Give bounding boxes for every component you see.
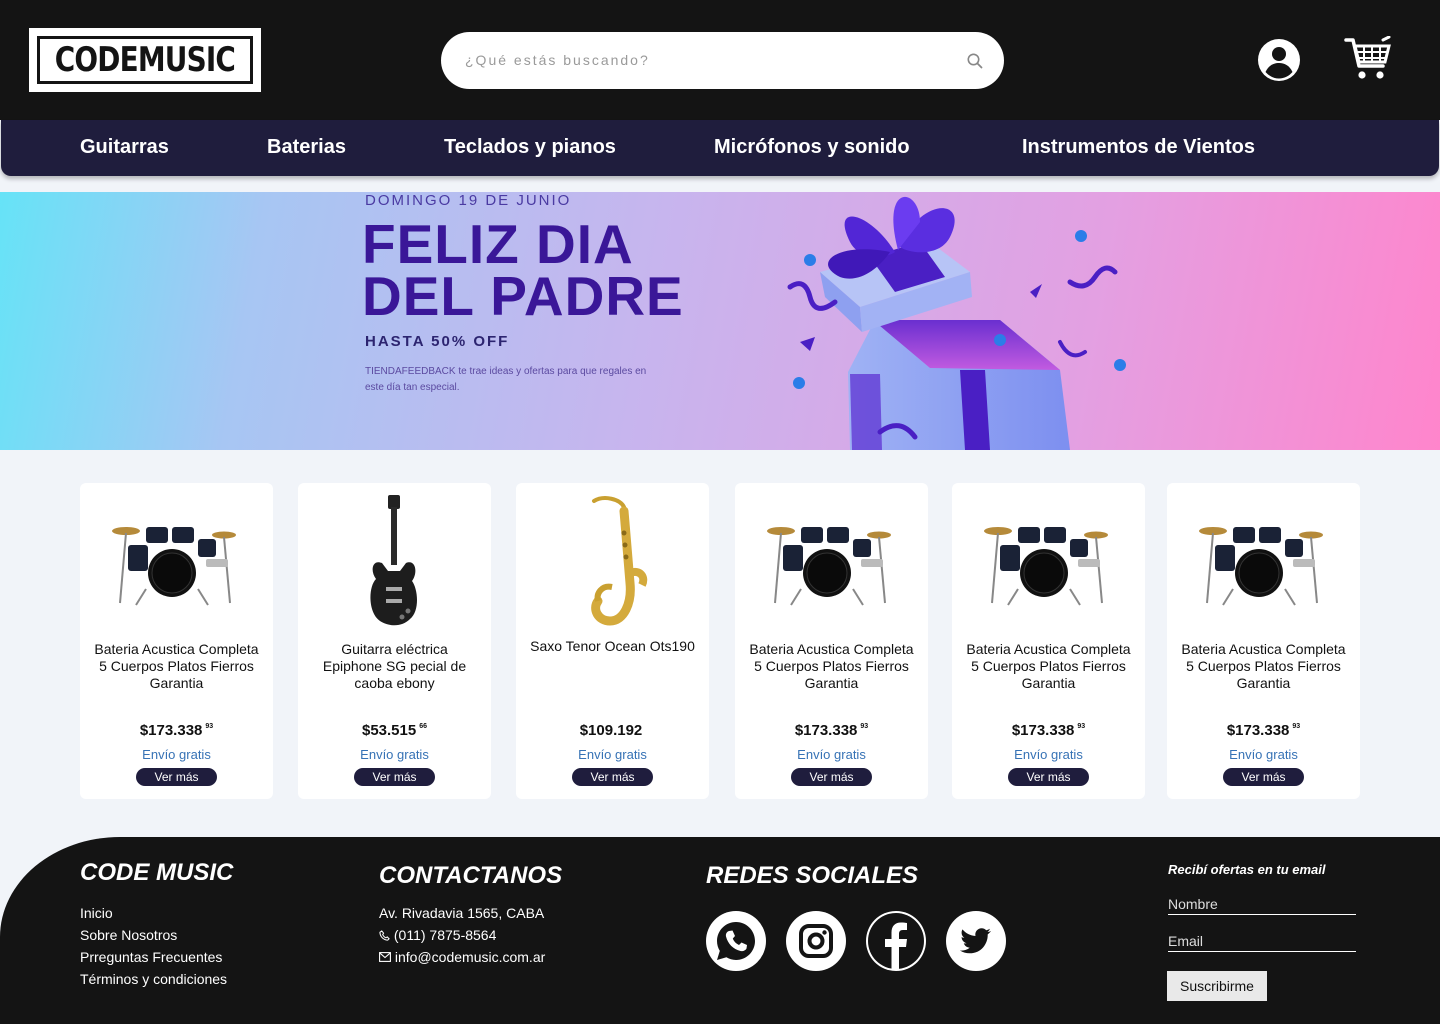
- ver-mas-button[interactable]: Ver más: [1223, 768, 1304, 786]
- contact-email[interactable]: info@codemusic.com.ar: [379, 949, 545, 965]
- shipping-label: Envío gratis: [578, 747, 647, 762]
- name-input[interactable]: [1168, 893, 1356, 914]
- logo-text: CODEMUSIC: [54, 40, 236, 80]
- logo[interactable]: CODEMUSIC: [29, 28, 261, 92]
- shipping-label: Envío gratis: [797, 747, 866, 762]
- banner-discount: HASTA 50% OFF: [365, 333, 510, 350]
- product-card[interactable]: Saxo Tenor Ocean Ots190 $109.192 Envío g…: [516, 483, 709, 799]
- promo-banner[interactable]: DOMINGO 19 DE JUNIO FELIZ DIA DEL PADRE …: [0, 192, 1440, 450]
- product-name[interactable]: Bateria Acustica Completa 5 Cuerpos Plat…: [964, 641, 1133, 692]
- product-name[interactable]: Bateria Acustica Completa 5 Cuerpos Plat…: [747, 641, 916, 692]
- banner-date: DOMINGO 19 DE JUNIO: [365, 192, 572, 209]
- product-name[interactable]: Guitarra eléctrica Epiphone SG pecial de…: [310, 641, 479, 692]
- product-card[interactable]: Bateria Acustica Completa 5 Cuerpos Plat…: [952, 483, 1145, 799]
- product-name[interactable]: Saxo Tenor Ocean Ots190: [528, 638, 697, 655]
- footer-link-inicio[interactable]: Inicio: [80, 905, 113, 921]
- footer-link-faq[interactable]: Prreguntas Frecuentes: [80, 949, 222, 965]
- shopping-cart-icon[interactable]: [1344, 36, 1392, 82]
- header: CODEMUSIC: [0, 0, 1440, 120]
- product-name[interactable]: Bateria Acustica Completa 5 Cuerpos Plat…: [92, 641, 261, 692]
- electric-guitar-icon: [370, 495, 417, 626]
- banner-title: FELIZ DIA DEL PADRE: [362, 213, 684, 327]
- product-price: $173.338 93: [794, 722, 869, 739]
- ver-mas-button[interactable]: Ver más: [791, 768, 872, 786]
- facebook-icon[interactable]: [866, 911, 926, 971]
- product-card[interactable]: Guitarra eléctrica Epiphone SG pecial de…: [298, 483, 491, 799]
- shipping-label: Envío gratis: [1229, 747, 1298, 762]
- banner-description: TIENDAFEEDBACK te trae ideas y ofertas p…: [365, 366, 647, 393]
- ver-mas-button[interactable]: Ver más: [572, 768, 653, 786]
- product-card[interactable]: Bateria Acustica Completa 5 Cuerpos Plat…: [80, 483, 273, 799]
- product-price: $53.515 66: [361, 722, 428, 739]
- mail-icon: [379, 952, 391, 962]
- search-icon[interactable]: [966, 52, 984, 70]
- saxophone-icon: [591, 496, 648, 626]
- shipping-label: Envío gratis: [1014, 747, 1083, 762]
- contact-phone[interactable]: (011) 7875-8564: [379, 927, 496, 943]
- nav-item-teclados[interactable]: Teclados y pianos: [444, 136, 616, 159]
- footer-brand-title: CODE MUSIC: [80, 859, 234, 886]
- shipping-label: Envío gratis: [360, 747, 429, 762]
- footer-social-title: REDES SOCIALES: [706, 862, 919, 889]
- drum-kit-icon: [984, 527, 1108, 606]
- gift-box-illustration: [787, 196, 1126, 450]
- shipping-label: Envío gratis: [142, 747, 211, 762]
- footer-link-sobre-nosotros[interactable]: Sobre Nosotros: [80, 927, 177, 943]
- nav-item-baterias[interactable]: Baterias: [267, 136, 346, 159]
- ver-mas-button[interactable]: Ver más: [354, 768, 435, 786]
- whatsapp-icon[interactable]: [706, 911, 766, 971]
- subscribe-button[interactable]: Suscribirme: [1167, 971, 1267, 1001]
- newsletter-email-field: [1168, 930, 1356, 952]
- newsletter-name-field: [1168, 893, 1356, 915]
- search-bar: [441, 32, 1004, 89]
- instagram-icon[interactable]: [786, 911, 846, 971]
- footer-contact-title: CONTACTANOS: [379, 862, 563, 889]
- product-price: $173.338 93: [1011, 722, 1086, 739]
- phone-icon: [379, 930, 390, 941]
- drum-kit-icon: [112, 527, 236, 606]
- drum-kit-icon: [767, 527, 891, 606]
- nav-item-guitarras[interactable]: Guitarras: [80, 136, 169, 159]
- ver-mas-button[interactable]: Ver más: [136, 768, 217, 786]
- nav-item-vientos[interactable]: Instrumentos de Vientos: [1022, 136, 1255, 159]
- product-price: $173.338 93: [1226, 722, 1301, 739]
- footer-link-terminos[interactable]: Términos y condiciones: [80, 971, 227, 987]
- product-price: $173.338 93: [139, 722, 214, 739]
- product-name[interactable]: Bateria Acustica Completa 5 Cuerpos Plat…: [1179, 641, 1348, 692]
- twitter-icon[interactable]: [946, 911, 1006, 971]
- nav-item-microfonos[interactable]: Micrófonos y sonido: [714, 136, 910, 159]
- category-nav: Guitarras Baterias Teclados y pianos Mic…: [1, 120, 1439, 176]
- user-account-icon[interactable]: [1257, 38, 1301, 82]
- email-input[interactable]: [1168, 930, 1356, 951]
- drum-kit-icon: [1199, 527, 1323, 606]
- contact-address: Av. Rivadavia 1565, CABA: [379, 905, 545, 921]
- product-price: $109.192: [579, 722, 643, 739]
- product-card[interactable]: Bateria Acustica Completa 5 Cuerpos Plat…: [735, 483, 928, 799]
- search-input[interactable]: [465, 46, 945, 74]
- newsletter-title: Recibí ofertas en tu email: [1168, 862, 1326, 877]
- ver-mas-button[interactable]: Ver más: [1008, 768, 1089, 786]
- footer: CODE MUSIC Inicio Sobre Nosotros Prregun…: [0, 837, 1440, 1024]
- product-card[interactable]: Bateria Acustica Completa 5 Cuerpos Plat…: [1167, 483, 1360, 799]
